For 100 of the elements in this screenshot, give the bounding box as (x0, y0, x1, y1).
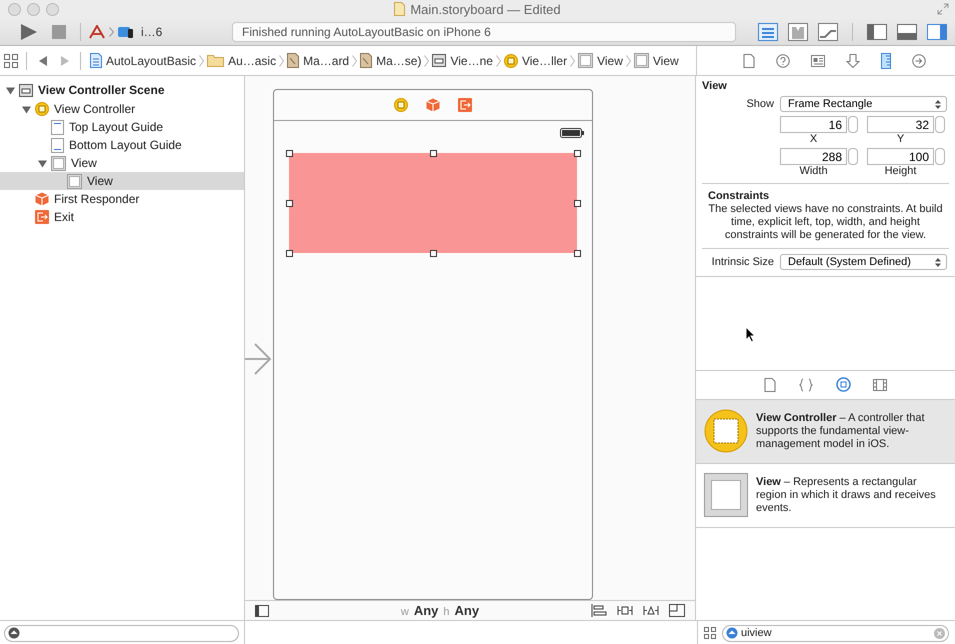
ruler-icon[interactable] (880, 52, 890, 68)
resize-handle[interactable] (430, 150, 437, 157)
up-down-arrows-icon (935, 100, 941, 108)
resize-handle[interactable] (286, 250, 293, 257)
arrow-circle-icon[interactable] (912, 54, 926, 68)
window-title: Main.storyboard — Edited (410, 2, 561, 16)
resize-handle[interactable] (574, 200, 581, 207)
disclosure-triangle-icon[interactable] (38, 158, 46, 168)
resize-handle[interactable] (430, 250, 437, 257)
outline-item[interactable]: View Controller Scene (0, 80, 244, 100)
number-field[interactable]: 288 (780, 148, 847, 165)
fullscreen-icon[interactable] (937, 3, 949, 15)
back-arrow-icon[interactable] (38, 56, 48, 66)
library-filter-field[interactable]: uiview (722, 624, 949, 642)
chevron-icon (109, 26, 114, 36)
library-item-description: View – Represents a rectangular region in which it draws and receives events. (756, 474, 937, 514)
editor-mode-button[interactable] (788, 22, 808, 40)
breadcrumb-item[interactable]: Vie…ne (429, 54, 496, 68)
up-down-arrows-icon (935, 258, 941, 266)
resize-handle[interactable] (574, 150, 581, 157)
id-card-icon[interactable] (810, 54, 824, 66)
outline-item[interactable]: Exit (0, 208, 244, 226)
align-icon[interactable] (590, 604, 607, 617)
document-icon[interactable] (764, 378, 776, 392)
editor-mode-button[interactable] (758, 22, 778, 40)
chevron-icon (626, 54, 631, 66)
object-circle-icon[interactable] (836, 377, 851, 392)
resize-handle[interactable] (286, 150, 293, 157)
braces-icon[interactable] (798, 378, 814, 392)
run-button[interactable] (20, 22, 38, 40)
bottom-guide-icon (51, 138, 64, 152)
intrinsic-size-popup[interactable]: Default (System Defined) (780, 254, 947, 270)
panel-toggle-button[interactable] (867, 24, 887, 40)
breadcrumb-item[interactable]: Au…asic (204, 54, 280, 68)
breadcrumb-item[interactable]: Ma…ard (284, 53, 352, 68)
disclosure-triangle-icon[interactable] (22, 104, 30, 114)
library-item[interactable]: View – Represents a rectangular region in which it draws and receives events. (696, 464, 955, 528)
filter-icon (8, 627, 20, 639)
panel-toggle-button[interactable] (927, 24, 947, 40)
field-label: Show (745, 98, 775, 110)
battery-icon (560, 128, 584, 138)
editor-mode-button[interactable] (818, 22, 838, 40)
outline-item[interactable]: Bottom Layout Guide (0, 136, 244, 154)
breadcrumb-item[interactable]: Vie…ller (500, 54, 570, 68)
exit-icon (458, 98, 472, 112)
project-file-icon (90, 53, 102, 68)
resolve-icon[interactable] (642, 604, 659, 617)
outline-item[interactable]: View Controller (0, 100, 244, 118)
outline-filter-field[interactable] (4, 624, 239, 642)
section-title: Constraints (707, 189, 770, 203)
scene-icon (19, 84, 33, 96)
number-field[interactable]: 16 (780, 116, 847, 133)
chevron-icon (424, 54, 430, 66)
view-icon (634, 53, 649, 68)
scene-icon (432, 54, 446, 67)
slider-arrow-icon[interactable] (846, 54, 860, 68)
film-icon[interactable] (873, 378, 887, 390)
number-field[interactable]: 100 (867, 148, 934, 165)
stop-button[interactable] (52, 24, 66, 38)
breadcrumb-item[interactable]: View (575, 53, 626, 68)
help-icon[interactable] (776, 54, 790, 68)
outline-item[interactable]: First Responder (0, 190, 244, 208)
view-icon (704, 472, 748, 516)
breadcrumb-item[interactable]: AutoLayoutBasic (87, 53, 200, 68)
field-label: Width (798, 165, 829, 177)
scheme-destination[interactable]: i…6 (138, 24, 166, 38)
document-icon[interactable] (742, 54, 754, 68)
app-icon (89, 24, 105, 38)
panel-toggle-button[interactable] (897, 24, 917, 40)
activity-status-field: Finished running AutoLayoutBasic on iPhone 6 (232, 22, 736, 42)
sidebar-toggle-icon[interactable] (255, 604, 269, 616)
exit-icon (35, 210, 49, 224)
outline-item[interactable]: View (0, 154, 244, 172)
outline-item[interactable]: View (0, 172, 244, 190)
grid-icon[interactable] (4, 54, 18, 68)
grid-icon[interactable] (704, 627, 716, 639)
outline-item[interactable]: Top Layout Guide (0, 118, 244, 136)
view-controller-icon (35, 102, 49, 116)
resize-handle[interactable] (574, 250, 581, 257)
breadcrumb-item[interactable]: Ma…se) (357, 53, 424, 68)
resize-handle[interactable] (286, 200, 293, 207)
resizing-icon[interactable] (668, 604, 685, 617)
number-field[interactable]: 32 (867, 116, 934, 133)
field-label: Intrinsic Size (710, 256, 775, 268)
size-class-button[interactable]: w Any h Any (380, 603, 480, 618)
entry-point-arrow (245, 342, 272, 376)
view-icon (51, 156, 66, 170)
library-item[interactable]: View Controller – A controller that supports the fundamental view-management model in iOS. (696, 400, 955, 464)
filter-icon (726, 627, 738, 639)
chevron-icon (199, 54, 204, 66)
breadcrumb-item[interactable]: View (630, 53, 682, 68)
view-icon (67, 174, 82, 188)
view-controller-icon (704, 408, 748, 452)
cube-icon (426, 98, 440, 112)
field-label: Y (896, 133, 906, 145)
chevron-icon (570, 54, 576, 66)
pin-icon[interactable] (616, 604, 633, 617)
disclosure-triangle-icon[interactable] (6, 86, 14, 94)
show-popup[interactable]: Frame Rectangle (780, 96, 947, 112)
constraints-description: The selected views have no constraints. At build time, explicit left, top, width, and height constraints will be generated for the view. (707, 203, 944, 242)
